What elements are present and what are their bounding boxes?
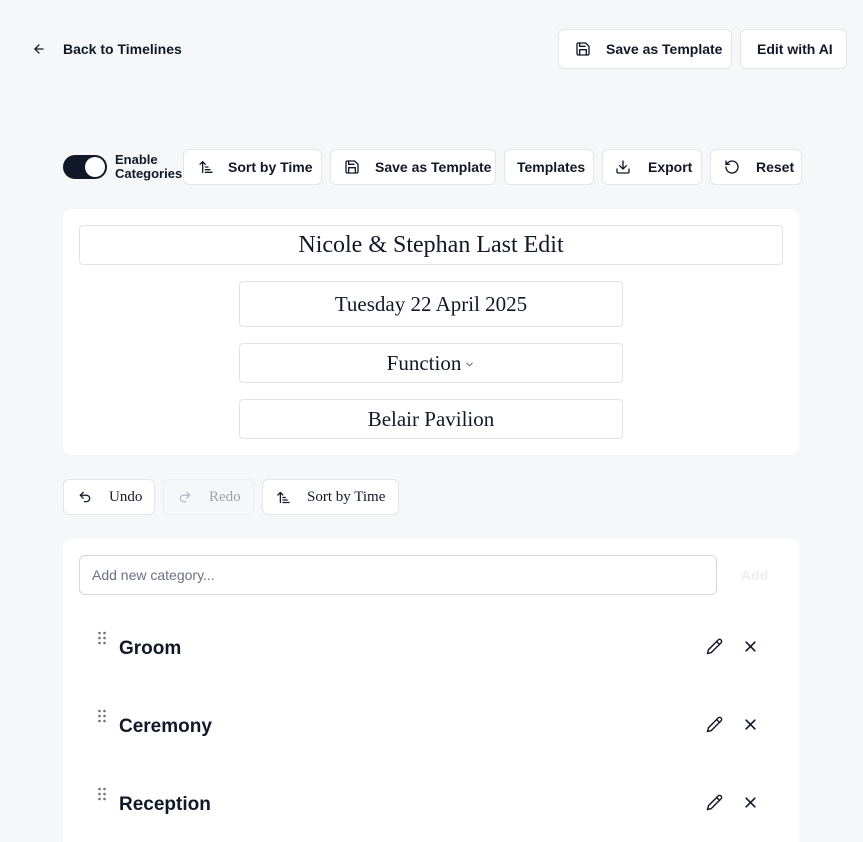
event-title: Nicole & Stephan Last Edit xyxy=(298,231,564,258)
event-date-field[interactable]: Tuesday 22 April 2025 xyxy=(239,281,623,327)
function-value: Function xyxy=(386,350,462,375)
header-save-template-label: Save as Template xyxy=(606,41,723,57)
enable-categories-toggle[interactable] xyxy=(63,155,107,179)
close-icon[interactable] xyxy=(744,718,757,731)
function-select[interactable]: Function xyxy=(239,343,623,383)
event-title-field[interactable]: Nicole & Stephan Last Edit xyxy=(79,225,783,265)
save-icon xyxy=(345,160,359,174)
arrow-left-icon xyxy=(34,44,44,54)
rotate-ccw-icon xyxy=(725,160,739,174)
new-category-placeholder: Add new category... xyxy=(92,567,215,583)
redo-label: Redo xyxy=(209,488,241,505)
pencil-icon[interactable] xyxy=(706,716,723,733)
redo-button[interactable]: Redo xyxy=(163,479,254,515)
sort-by-time-button[interactable]: Sort by Time xyxy=(183,149,322,185)
venue-field[interactable]: Belair Pavilion xyxy=(239,399,623,439)
download-icon xyxy=(616,160,630,174)
drag-handle-icon[interactable] xyxy=(95,786,109,802)
history-sort-label: Sort by Time xyxy=(307,488,386,505)
export-label: Export xyxy=(648,159,693,175)
category-name: Reception xyxy=(119,794,211,815)
add-category-button[interactable]: Add xyxy=(741,567,768,583)
undo-icon xyxy=(79,491,91,503)
venue-value: Belair Pavilion xyxy=(367,406,495,431)
add-category-label: Add xyxy=(741,567,769,583)
close-icon[interactable] xyxy=(744,640,757,653)
reset-button[interactable]: Reset xyxy=(710,149,802,185)
category-name: Groom xyxy=(119,638,182,659)
reset-label: Reset xyxy=(756,159,795,175)
pencil-icon[interactable] xyxy=(706,794,723,811)
back-label: Back to Timelines xyxy=(63,41,182,57)
sort-ascending-icon xyxy=(199,161,213,173)
chevron-down-icon xyxy=(466,362,474,366)
save-as-template-button[interactable]: Save as Template xyxy=(330,149,496,185)
export-button[interactable]: Export xyxy=(602,149,702,185)
drag-handle-icon[interactable] xyxy=(95,708,109,724)
redo-icon xyxy=(179,491,191,503)
undo-label: Undo xyxy=(109,488,143,505)
toggle-knob xyxy=(85,157,105,177)
header-save-template-button[interactable]: Save as Template xyxy=(558,29,732,69)
category-row[interactable]: Reception xyxy=(95,787,775,820)
save-as-template-label: Save as Template xyxy=(375,159,492,175)
category-row[interactable]: Groom xyxy=(95,631,775,664)
sort-ascending-icon xyxy=(277,491,290,503)
history-sort-by-time-button[interactable]: Sort by Time xyxy=(262,479,399,515)
new-category-input[interactable]: Add new category... xyxy=(79,555,717,595)
edit-with-ai-button[interactable]: Edit with AI xyxy=(740,29,847,69)
drag-handle-icon[interactable] xyxy=(95,630,109,646)
pencil-icon[interactable] xyxy=(706,638,723,655)
close-icon[interactable] xyxy=(744,796,757,809)
sort-by-time-label: Sort by Time xyxy=(228,159,313,175)
category-name: Ceremony xyxy=(119,716,212,737)
back-to-timelines-link[interactable]: Back to Timelines xyxy=(32,38,182,60)
category-row[interactable]: Ceremony xyxy=(95,709,775,742)
undo-button[interactable]: Undo xyxy=(63,479,155,515)
templates-button[interactable]: Templates xyxy=(504,149,594,185)
templates-label: Templates xyxy=(517,159,586,175)
event-date: Tuesday 22 April 2025 xyxy=(334,291,528,316)
save-icon xyxy=(576,42,590,56)
edit-with-ai-label: Edit with AI xyxy=(757,41,833,57)
enable-categories-label: Enable Categories xyxy=(115,152,183,181)
